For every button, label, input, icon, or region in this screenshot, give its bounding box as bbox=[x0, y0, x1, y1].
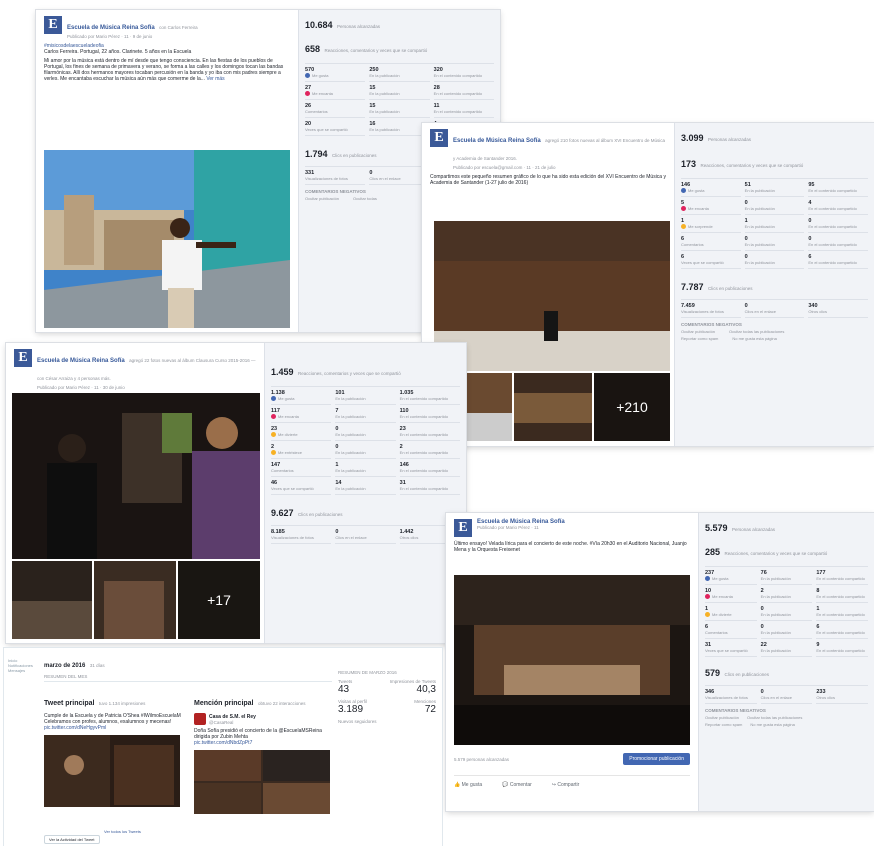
post-photo-main[interactable] bbox=[12, 393, 260, 559]
like-icon bbox=[681, 188, 686, 193]
hide-post-link[interactable]: Ocultar publicación bbox=[681, 329, 715, 334]
comment-icon: 💬 bbox=[502, 782, 509, 788]
stat-cell: 15 En la publicación bbox=[369, 82, 430, 100]
clicks-count: 1.794 bbox=[305, 149, 328, 159]
page-name-link[interactable]: Escuela de Música Reina Sofía bbox=[37, 358, 125, 364]
page-logo[interactable]: E bbox=[44, 16, 62, 34]
post-panel: E Escuela de Música Reina Sofía con Carl… bbox=[36, 10, 298, 332]
like-icon bbox=[305, 73, 310, 78]
facebook-post-auditorio: E Escuela de Música Reina Sofía Publicad… bbox=[446, 513, 874, 811]
post-panel: E Escuela de Música Reina Sofía Publicad… bbox=[446, 513, 698, 811]
thumb-2[interactable] bbox=[514, 373, 592, 441]
people-reached: 5.579 personas alcanzadas bbox=[454, 756, 510, 762]
reactions-count: 658 bbox=[305, 44, 321, 54]
post-body: Último ensayo! Velada lírica para el con… bbox=[454, 541, 687, 553]
love-icon bbox=[305, 91, 310, 96]
haha-icon bbox=[271, 432, 276, 437]
stat-cell: 28 En el contenido compartido bbox=[433, 82, 494, 100]
side-tabs[interactable]: Inicio Notificaciones Mensajes bbox=[8, 658, 40, 673]
haha-icon bbox=[705, 612, 710, 617]
stat-cell: 15 En la publicación bbox=[369, 100, 430, 118]
stat-cell: 250 En la publicación bbox=[369, 64, 430, 82]
more-photos-count: +17 bbox=[178, 561, 260, 639]
like-icon bbox=[271, 396, 276, 401]
share-icon: ↪ bbox=[551, 782, 556, 788]
stat-cell: 26 Comentarios bbox=[305, 100, 366, 118]
twitter-analytics-card: Inicio Notificaciones Mensajes marzo de … bbox=[4, 648, 442, 846]
facebook-post-clausura: E Escuela de Música Reina Sofía agregó 2… bbox=[6, 343, 466, 643]
thumb-3-more[interactable]: +210 bbox=[594, 373, 670, 441]
share-button[interactable]: ↪ Compartir bbox=[552, 782, 580, 788]
page-logo[interactable]: E bbox=[430, 129, 448, 147]
post-photo[interactable] bbox=[454, 575, 690, 745]
tweet-photo[interactable] bbox=[44, 735, 180, 807]
more-photos-count: +210 bbox=[594, 373, 670, 441]
month-summary: RESUMEN DE MARZO 2016 Tweets 43 Impresion… bbox=[338, 670, 436, 724]
hide-post-link[interactable]: Ocultar publicación bbox=[305, 196, 339, 201]
post-panel: E Escuela de Música Reina Sofía agregó 2… bbox=[6, 343, 264, 643]
reach-count: 10.684 bbox=[305, 20, 333, 30]
post-headline: Carlos Ferreira. Portugal, 22 años. Clar… bbox=[44, 49, 192, 55]
love-icon bbox=[705, 594, 710, 599]
post-body: Compartimos este pequeño resumen gráfico… bbox=[430, 174, 666, 186]
comment-button[interactable]: 💬 Comentar bbox=[502, 782, 532, 788]
hide-all-link[interactable]: Ocultar todas las publicaciones bbox=[729, 329, 784, 334]
rooftop-photo bbox=[44, 150, 290, 328]
thumbs-up-icon: 👍 bbox=[454, 782, 461, 788]
hide-all-link[interactable]: Ocultar todas bbox=[353, 196, 377, 201]
like-button[interactable]: 👍 Me gusta bbox=[454, 782, 482, 788]
wow-icon bbox=[681, 224, 686, 229]
thumb-1[interactable] bbox=[12, 561, 92, 639]
stat-cell: 570 Me gusta bbox=[305, 64, 366, 82]
hide-all-link[interactable]: Ocultar todas las publicaciones bbox=[747, 715, 802, 720]
like-icon bbox=[705, 576, 710, 581]
unlike-page-link[interactable]: No me gusta esta página bbox=[750, 722, 794, 727]
stat-cell: 320 En el contenido compartido bbox=[433, 64, 494, 82]
auditorium-photo bbox=[454, 575, 690, 745]
post-photo[interactable] bbox=[44, 150, 290, 328]
stat-cell: 16 En la publicación bbox=[369, 118, 430, 136]
post-body: Mi amor por la música está dentro de mí … bbox=[44, 58, 284, 82]
love-icon bbox=[681, 206, 686, 211]
report-spam-link[interactable]: Reportar como spam bbox=[705, 722, 742, 727]
facebook-post-santander: E Escuela de Música Reina Sofía agregó 2… bbox=[422, 123, 874, 446]
thumb-3-more[interactable]: +17 bbox=[178, 561, 260, 639]
ceremony-photo bbox=[12, 393, 260, 559]
insights-panel: 5.579 Personas alcanzadas 285 Reacciones… bbox=[698, 513, 874, 811]
mention-photos[interactable] bbox=[194, 750, 330, 814]
boost-button[interactable]: Promocionar publicación bbox=[623, 753, 690, 765]
page-logo[interactable]: E bbox=[454, 519, 472, 537]
report-spam-link[interactable]: Reportar como spam bbox=[681, 336, 718, 341]
page-name-link[interactable]: Escuela de Música Reina Sofía bbox=[67, 25, 155, 31]
top-tweet: Tweet principal tuvo 1.134 impresiones C… bbox=[44, 692, 182, 814]
mention-link[interactable]: pic.twitter.com/dNbdZpPt7 bbox=[194, 740, 332, 746]
hide-post-link[interactable]: Ocultar publicación bbox=[705, 715, 739, 720]
author-suffix: con Carlos Ferreira bbox=[159, 25, 198, 30]
post-meta: Publicado por Mario Pérez · 11 · 9 de ju… bbox=[67, 34, 153, 39]
love-icon bbox=[271, 414, 276, 419]
see-more-link[interactable]: Ver más bbox=[206, 76, 224, 82]
insights-panel: 3.099 Personas alcanzadas 173 Reacciones… bbox=[674, 123, 874, 446]
orchestra-photo bbox=[434, 221, 670, 371]
unlike-page-link[interactable]: No me gusta esta página bbox=[732, 336, 776, 341]
post-photo-main[interactable] bbox=[434, 221, 670, 371]
top-mention: Mención principal obtuvo 22 interaccione… bbox=[194, 692, 332, 814]
tweet-activity-button[interactable]: Ver la Actividad del Tweet bbox=[44, 835, 100, 844]
see-all-tweets-link[interactable]: Ver todos los Tweets bbox=[104, 829, 141, 834]
page-logo[interactable]: E bbox=[14, 349, 32, 367]
thumb-2[interactable] bbox=[94, 561, 176, 639]
sad-icon bbox=[271, 450, 276, 455]
page-name-link[interactable]: Escuela de Música Reina Sofía bbox=[453, 138, 541, 144]
tweet-link[interactable]: pic.twitter.com/dNeHgyvPml bbox=[44, 725, 182, 731]
stat-cell: 20 Veces que se compartió bbox=[305, 118, 366, 136]
stat-cell: 11 En el contenido compartido bbox=[433, 100, 494, 118]
month-title: marzo de 2016 bbox=[44, 663, 86, 669]
crest-icon bbox=[194, 713, 206, 725]
stat-cell: 27 Me encanta bbox=[305, 82, 366, 100]
insights-panel: 1.459 Reacciones, comentarios y veces qu… bbox=[264, 343, 466, 643]
